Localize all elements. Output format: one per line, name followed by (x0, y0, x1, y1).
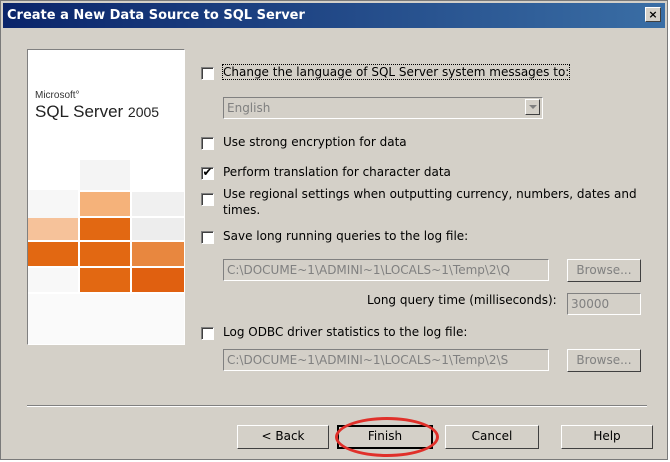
logo-tile (28, 294, 184, 344)
long-queries-label[interactable]: Save long running queries to the log fil… (223, 229, 468, 243)
odbc-stats-browse-button[interactable]: Browse... (567, 349, 641, 372)
long-queries-browse-button[interactable]: Browse... (567, 259, 641, 282)
change-language-label[interactable]: Change the language of SQL Server system… (221, 64, 571, 80)
logo-tile (28, 242, 78, 266)
logo-tile (28, 218, 78, 240)
language-select-value: English (227, 101, 271, 115)
logo-microsoft: Microsoft° (35, 90, 80, 101)
help-button[interactable]: Help (561, 425, 653, 449)
logo-tile (80, 268, 130, 292)
chevron-down-icon[interactable] (525, 99, 540, 115)
long-query-time-field[interactable]: 30000 (567, 293, 641, 315)
back-button[interactable]: < Back (237, 425, 329, 449)
logo-tile (132, 268, 184, 292)
close-icon[interactable]: × (645, 7, 661, 22)
sql-server-logo-panel: Microsoft° SQL Server 2005 (27, 49, 185, 345)
odbc-stats-checkbox[interactable] (201, 327, 214, 340)
dialog-window: Create a New Data Source to SQL Server ×… (0, 0, 668, 460)
finish-highlight-annotation (335, 417, 439, 457)
cancel-button[interactable]: Cancel (445, 425, 539, 449)
strong-encryption-label[interactable]: Use strong encryption for data (223, 135, 407, 149)
logo-tile (80, 192, 130, 216)
odbc-stats-path-field[interactable]: C:\DOCUME~1\ADMINI~1\LOCALS~1\Temp\2\S (223, 349, 549, 371)
logo-tile (28, 190, 78, 220)
language-select[interactable]: English (223, 97, 543, 119)
regional-settings-checkbox[interactable] (201, 193, 214, 206)
long-queries-path-field[interactable]: C:\DOCUME~1\ADMINI~1\LOCALS~1\Temp\2\Q (223, 259, 549, 281)
translation-checkbox[interactable]: ✔ (201, 165, 214, 180)
logo-product: SQL Server 2005 (35, 102, 159, 122)
window-title: Create a New Data Source to SQL Server (7, 8, 305, 23)
logo-tile (132, 192, 184, 216)
logo-tile (132, 242, 184, 266)
change-language-checkbox[interactable] (201, 67, 214, 80)
odbc-stats-label[interactable]: Log ODBC driver statistics to the log fi… (223, 325, 467, 339)
regional-settings-label-line1[interactable]: Use regional settings when outputting cu… (223, 187, 637, 201)
strong-encryption-checkbox[interactable] (201, 137, 214, 150)
long-queries-checkbox[interactable] (201, 231, 214, 244)
logo-tile (132, 218, 184, 240)
logo-tile (28, 268, 78, 292)
long-query-time-label: Long query time (milliseconds): (367, 293, 557, 307)
logo-year: 2005 (127, 104, 160, 120)
translation-label[interactable]: Perform translation for character data (223, 165, 451, 179)
separator (27, 405, 647, 407)
logo-tile (80, 160, 130, 190)
checkmark-icon: ✔ (202, 165, 213, 179)
logo-tile (80, 218, 130, 240)
logo-product-name: SQL Server (35, 102, 124, 121)
regional-settings-label-line2[interactable]: times. (223, 203, 260, 217)
title-bar[interactable]: Create a New Data Source to SQL Server × (3, 3, 665, 28)
logo-tile (80, 242, 130, 266)
